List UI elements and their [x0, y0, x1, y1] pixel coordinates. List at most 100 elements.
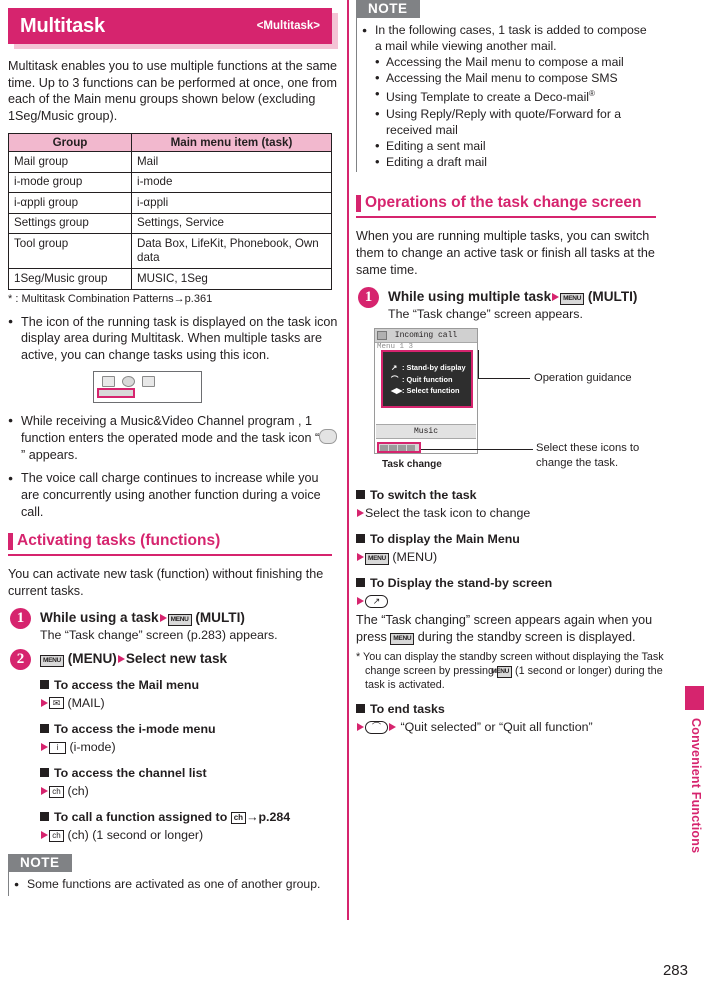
guidance-line: ↗: Stand-by display	[391, 362, 471, 374]
chapter-header-bar: Multitask <Multitask>	[8, 8, 332, 44]
call-key-icon: ↗	[365, 595, 388, 609]
table-row: 1Seg/Music group MUSIC, 1Seg	[8, 268, 332, 290]
arrow-icon	[357, 508, 364, 517]
subline-imode-menu-label: (i-mode)	[69, 740, 116, 755]
square-bullet-icon	[40, 724, 49, 734]
task-icon-2	[389, 444, 397, 451]
section-heading-activating-label: Activating tasks (functions)	[17, 532, 221, 550]
subhead-mail-menu-label: To access the Mail menu	[54, 678, 200, 693]
step-1-title-b: (MULTI)	[195, 610, 245, 626]
call-key-icon: ↗	[391, 363, 398, 373]
step-1-right-title: While using multiple task MENU (MULTI)	[388, 287, 666, 306]
arrow-icon	[41, 830, 48, 839]
subhead-imode-menu-label: To access the i-mode menu	[54, 722, 216, 737]
guidance-line-label: : Select function	[402, 386, 460, 396]
task-icon-area-highlight	[377, 442, 421, 454]
table-cell-item: MUSIC, 1Seg	[131, 268, 332, 290]
left-column: Multitask <Multitask> Multitask enables …	[8, 8, 338, 897]
note-tag: NOTE	[356, 0, 420, 18]
note-body: In the following cases, 1 task is added …	[356, 18, 656, 173]
chapter-tab-marker	[685, 686, 704, 710]
table-row: i-αppli group i-αppli	[8, 192, 332, 214]
subhead-mail-menu: To access the Mail menu	[40, 677, 338, 694]
page-number: 283	[662, 962, 688, 979]
arrow-icon	[389, 722, 397, 731]
menu-key-icon: MENU	[40, 655, 64, 668]
note-box-left: NOTE Some functions are activated as one…	[8, 854, 332, 897]
arrow-icon	[41, 698, 48, 707]
subline-assigned-function: ch (ch) (1 second or longer)	[40, 827, 338, 844]
callout-leader-1-vert	[478, 350, 479, 380]
step-2-title-a: (MENU)	[67, 651, 117, 667]
right-column: NOTE In the following cases, 1 task is a…	[356, 0, 666, 737]
menu-key-icon: MENU	[167, 614, 192, 627]
callout-leader-1	[478, 378, 530, 380]
table-header-group: Group	[8, 133, 132, 153]
end-key-icon: ⌒	[391, 374, 399, 384]
step-2: 2 MENU (MENU) Select new task To access t…	[8, 649, 338, 844]
arrow-icon	[159, 613, 167, 622]
page-title: Multitask	[20, 14, 105, 37]
guidance-line-label: : Quit function	[402, 374, 453, 384]
task-icon-3	[398, 444, 406, 451]
subline-switch-task-label: Select the task icon to change	[365, 506, 531, 521]
table-cell-group: Tool group	[8, 233, 132, 270]
task-icon-4	[407, 444, 415, 451]
step-1-right-title-a: While using multiple task	[388, 289, 552, 305]
menu-key-icon: MENU	[491, 666, 513, 679]
subhead-main-menu-label: To display the Main Menu	[370, 532, 520, 547]
mail-key-icon: ✉	[49, 697, 64, 710]
table-cell-group: 1Seg/Music group	[8, 268, 132, 290]
bullet-music-video-text-a: While receiving a Music&Video Channel pr…	[21, 413, 320, 446]
operation-guidance-panel: ↗: Stand-by display ⌒: Quit function ◀▶:…	[381, 350, 473, 409]
square-bullet-icon	[40, 680, 49, 690]
guidance-line: ◀▶: Select function	[391, 385, 471, 397]
task-icon-selection-highlight	[97, 387, 135, 398]
subline-main-menu: MENU (MENU)	[356, 549, 666, 566]
table-row: Mail group Mail	[8, 151, 332, 173]
phone-task-icon	[122, 375, 135, 387]
section-heading-operations: Operations of the task change screen	[356, 194, 656, 219]
imode-key-icon: i	[49, 742, 66, 755]
task-icon-row	[102, 375, 155, 387]
manual-page: Multitask <Multitask> Multitask enables …	[0, 0, 704, 997]
square-bullet-icon	[356, 704, 365, 714]
note-subitem-deco: Using Template to create a Deco-mail®	[374, 86, 656, 105]
subhead-switch-task-label: To switch the task	[370, 488, 477, 503]
arrow-icon	[41, 786, 48, 795]
subline-mail-menu: ✉ (MAIL)	[40, 695, 338, 712]
square-bullet-icon	[356, 490, 365, 500]
mail-task-icon	[102, 375, 115, 387]
step-2-title: MENU (MENU) Select new task	[40, 649, 338, 668]
menu-key-icon: MENU	[390, 632, 415, 645]
note-subitem: Editing a draft mail	[374, 154, 656, 170]
step-1-right-title-b: (MULTI)	[587, 289, 638, 305]
right-subsections: To switch the task Select the task icon …	[356, 487, 666, 736]
subhead-main-menu: To display the Main Menu	[356, 531, 666, 548]
callout-leader-2	[421, 449, 533, 451]
table-cell-item: i-mode	[131, 171, 332, 194]
subhead-standby-screen: To Display the stand-by screen	[356, 575, 666, 592]
figure-caption: Task change	[382, 459, 442, 471]
menu-key-icon: MENU	[560, 293, 585, 306]
arrow-icon	[357, 552, 364, 561]
task-icon-1	[380, 444, 388, 451]
note-subitem-deco-label: Using Template to create a Deco-mail	[386, 90, 589, 105]
subline-channel-list: ch (ch)	[40, 783, 338, 800]
chapter-header: Multitask <Multitask>	[8, 8, 338, 49]
table-cell-group: Mail group	[8, 151, 132, 173]
note-subitem: Accessing the Mail menu to compose a mai…	[374, 54, 656, 70]
subhead-assigned-function-label-a: To call a function assigned to	[54, 810, 228, 825]
table-cell-item: Settings, Service	[131, 212, 332, 235]
table-row: Tool group Data Box, LifeKit, Phonebook,…	[8, 233, 332, 270]
square-bullet-icon	[356, 578, 365, 588]
mail-status-icon	[377, 331, 387, 341]
arrow-icon	[552, 292, 560, 301]
note-box-right: NOTE In the following cases, 1 task is a…	[356, 0, 656, 173]
task-icon-figure	[93, 370, 202, 403]
note-lead: In the following cases, 1 task is added …	[362, 22, 656, 54]
chapter-tab-label: Convenient Functions	[689, 718, 703, 854]
note-body: Some functions are activated as one of a…	[8, 872, 332, 897]
standby-explanation-b: during the standby screen is displayed.	[417, 629, 636, 644]
subhead-switch-task: To switch the task	[356, 487, 666, 504]
